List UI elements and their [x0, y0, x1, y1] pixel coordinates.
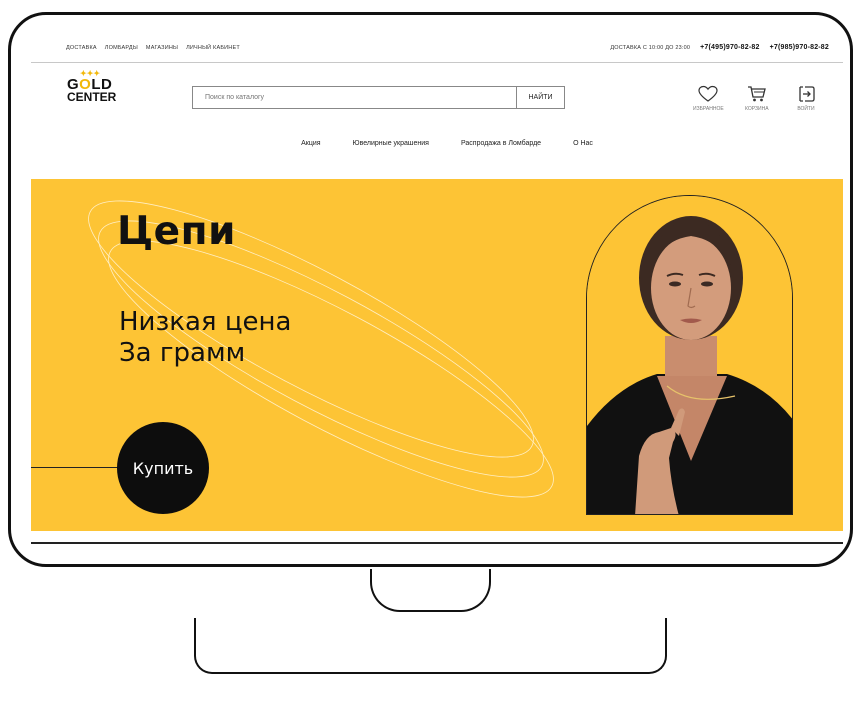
- top-link-pawnshops[interactable]: ЛОМБАРДЫ: [105, 45, 138, 51]
- crown-icon: ✦✦✦: [80, 69, 101, 78]
- hero-banner: Цепи Низкая цена За грамм Купить: [31, 179, 843, 531]
- below-hero-strip: [31, 531, 843, 547]
- cart-label: КОРЗИНА: [745, 106, 769, 112]
- phone-link-2[interactable]: +7(985)970-82-82: [770, 44, 829, 51]
- top-nav: ДОСТАВКА ЛОМБАРДЫ МАГАЗИНЫ ЛИЧНЫЙ КАБИНЕ…: [66, 45, 240, 51]
- buy-line-decoration: [31, 467, 123, 468]
- phone-link-1[interactable]: +7(495)970-82-82: [700, 44, 759, 51]
- gold-center-logo[interactable]: ✦✦✦ GOLD CENTER: [67, 70, 116, 104]
- nav-item-pawnshop-sale[interactable]: Распродажа в Ломбарде: [461, 140, 541, 147]
- nav-item-jewelry[interactable]: Ювелирные украшения: [353, 140, 429, 147]
- hero-title: Цепи: [117, 209, 236, 254]
- top-link-delivery[interactable]: ДОСТАВКА: [66, 45, 97, 51]
- screen-bezel-line: [31, 542, 843, 544]
- search-input[interactable]: [193, 87, 516, 108]
- monitor-frame: ДОСТАВКА ЛОМБАРДЫ МАГАЗИНЫ ЛИЧНЫЙ КАБИНЕ…: [8, 12, 853, 567]
- contacts: ДОСТАВКА С 10:00 ДО 23:00 +7(495)970-82-…: [610, 44, 829, 51]
- search-button[interactable]: НАЙТИ: [516, 87, 564, 108]
- login-button[interactable]: ВОЙТИ: [796, 85, 816, 112]
- website-screen: ДОСТАВКА ЛОМБАРДЫ МАГАЗИНЫ ЛИЧНЫЙ КАБИНЕ…: [31, 33, 843, 547]
- top-link-stores[interactable]: МАГАЗИНЫ: [146, 45, 178, 51]
- monitor-stand: [194, 618, 667, 674]
- login-icon: [799, 86, 815, 102]
- top-link-account[interactable]: ЛИЧНЫЙ КАБИНЕТ: [186, 45, 240, 51]
- header: ✦✦✦ GOLD CENTER НАЙТИ ИЗБРАННОЕ: [31, 63, 843, 125]
- woman-portrait-image: [587, 196, 792, 514]
- hero-subtitle: Низкая цена За грамм: [119, 307, 292, 369]
- nav-item-about[interactable]: О Нас: [573, 140, 593, 147]
- nav-item-sale[interactable]: Акция: [301, 140, 320, 147]
- top-bar: ДОСТАВКА ЛОМБАРДЫ МАГАЗИНЫ ЛИЧНЫЙ КАБИНЕ…: [31, 33, 843, 63]
- favorites-label: ИЗБРАННОЕ: [693, 106, 724, 112]
- search-bar: НАЙТИ: [192, 86, 565, 109]
- model-photo: [586, 195, 793, 515]
- buy-button[interactable]: Купить: [117, 422, 209, 514]
- delivery-hours: ДОСТАВКА С 10:00 ДО 23:00: [610, 44, 691, 51]
- login-label: ВОЙТИ: [797, 106, 815, 112]
- monitor-neck: [370, 569, 491, 612]
- main-nav: Акция Ювелирные украшения Распродажа в Л…: [31, 125, 843, 161]
- favorites-button[interactable]: ИЗБРАННОЕ: [693, 85, 724, 112]
- heart-icon: [698, 85, 718, 102]
- cart-icon: [747, 86, 766, 102]
- cart-button[interactable]: КОРЗИНА: [745, 85, 769, 112]
